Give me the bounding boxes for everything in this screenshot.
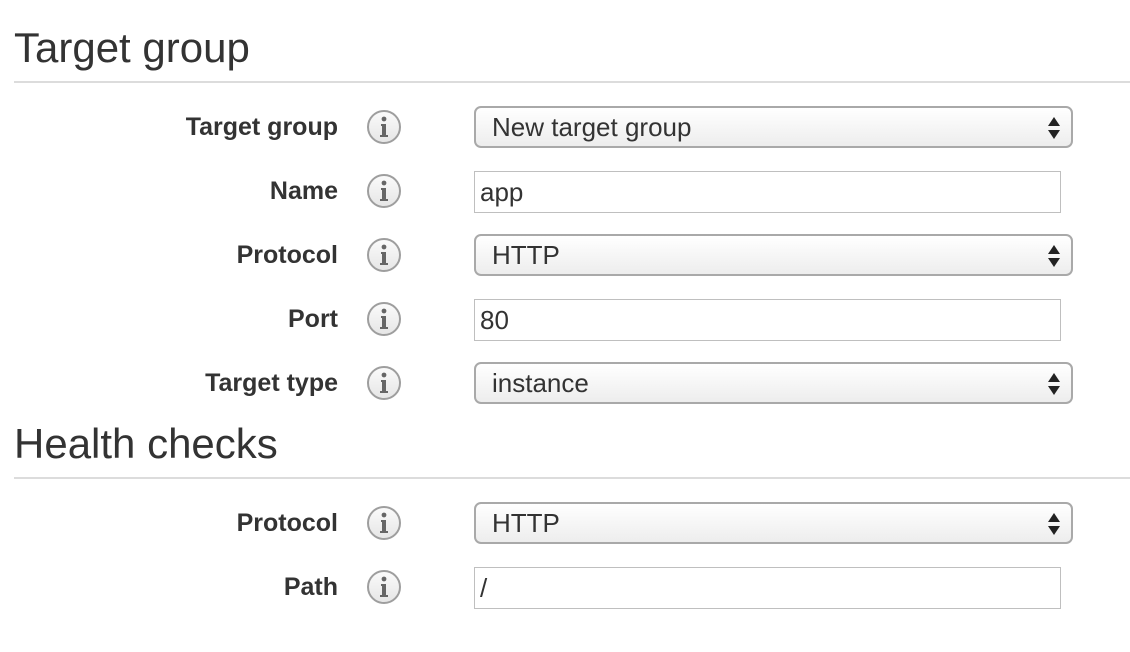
protocol-label: Protocol xyxy=(236,241,338,269)
info-icon[interactable] xyxy=(367,506,401,540)
info-icon[interactable] xyxy=(367,302,401,336)
port-input[interactable] xyxy=(474,299,1061,341)
info-icon[interactable] xyxy=(367,174,401,208)
form-row-protocol: Protocol HTTP xyxy=(0,233,1130,277)
health-protocol-select[interactable]: HTTP xyxy=(474,502,1073,544)
info-icon[interactable] xyxy=(367,238,401,272)
name-label: Name xyxy=(269,177,338,205)
info-icon[interactable] xyxy=(367,366,401,400)
target-group-select[interactable]: New target group xyxy=(474,106,1073,148)
target-type-select-value: instance xyxy=(492,368,589,398)
target-group-select-value: New target group xyxy=(492,112,692,142)
section-divider xyxy=(14,477,1130,479)
health-protocol-select-value: HTTP xyxy=(492,508,560,538)
protocol-select[interactable]: HTTP xyxy=(474,234,1073,276)
form-row-port: Port xyxy=(0,297,1130,341)
target-group-label: Target group xyxy=(185,113,338,141)
section-title-health-checks: Health checks xyxy=(14,420,278,467)
protocol-select-value: HTTP xyxy=(492,240,560,270)
updown-arrows-icon xyxy=(1047,372,1061,396)
form-row-health-protocol: Protocol HTTP xyxy=(0,501,1130,545)
section-divider xyxy=(14,81,1130,83)
path-input[interactable] xyxy=(474,567,1061,609)
info-icon[interactable] xyxy=(367,110,401,144)
updown-arrows-icon xyxy=(1047,116,1061,140)
target-type-select[interactable]: instance xyxy=(474,362,1073,404)
form-row-name: Name xyxy=(0,169,1130,213)
form-row-target-type: Target type instance xyxy=(0,361,1130,405)
health-protocol-label: Protocol xyxy=(236,509,338,537)
target-type-label: Target type xyxy=(205,369,338,397)
port-label: Port xyxy=(288,305,338,333)
path-label: Path xyxy=(283,573,338,601)
form-row-target-group: Target group New target group xyxy=(0,105,1130,149)
name-input[interactable] xyxy=(474,171,1061,213)
form-row-path: Path xyxy=(0,565,1130,609)
updown-arrows-icon xyxy=(1047,244,1061,268)
updown-arrows-icon xyxy=(1047,512,1061,536)
info-icon[interactable] xyxy=(367,570,401,604)
section-title-target-group: Target group xyxy=(14,24,250,71)
